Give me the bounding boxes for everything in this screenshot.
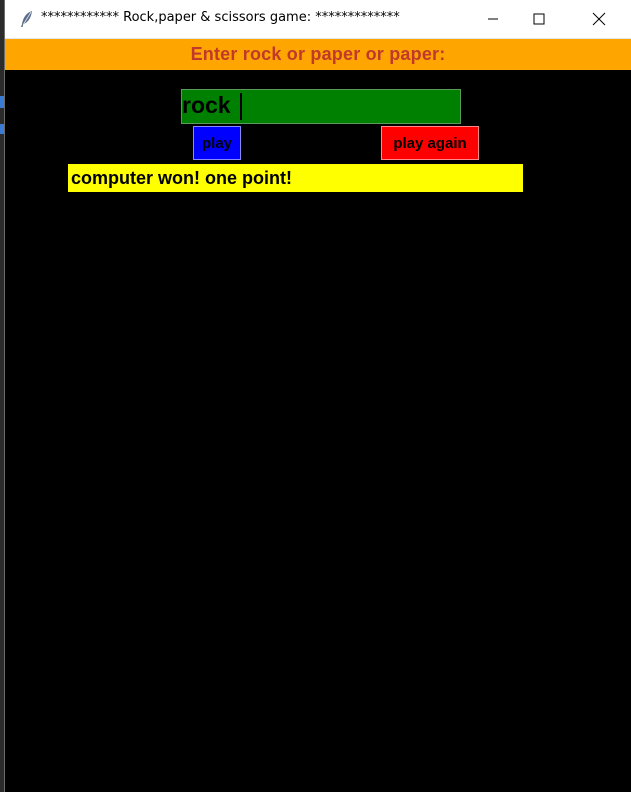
text-caret xyxy=(240,93,242,120)
minimize-button[interactable] xyxy=(470,0,516,38)
window-title: ************ Rock,paper & scissors game:… xyxy=(41,10,400,25)
maximize-icon xyxy=(533,13,545,25)
choice-input[interactable] xyxy=(181,89,461,124)
play-button[interactable]: play xyxy=(193,126,241,160)
close-button[interactable] xyxy=(576,0,622,38)
title-bar[interactable]: ************ Rock,paper & scissors game:… xyxy=(5,0,631,39)
prompt-label: Enter rock or paper or paper: xyxy=(190,44,446,64)
minimize-icon xyxy=(488,18,498,20)
maximize-button[interactable] xyxy=(516,0,562,38)
play-button-label: play xyxy=(201,134,232,152)
result-label: computer won! one point! xyxy=(68,164,523,192)
app-window: ************ Rock,paper & scissors game:… xyxy=(4,0,631,792)
play-again-button[interactable]: play again xyxy=(381,126,479,160)
play-again-button-label: play again xyxy=(393,134,467,152)
prompt-banner: Enter rock or paper or paper: xyxy=(5,39,631,70)
feather-icon xyxy=(21,11,32,27)
close-icon xyxy=(592,12,606,26)
result-text: computer won! one point! xyxy=(71,167,292,188)
